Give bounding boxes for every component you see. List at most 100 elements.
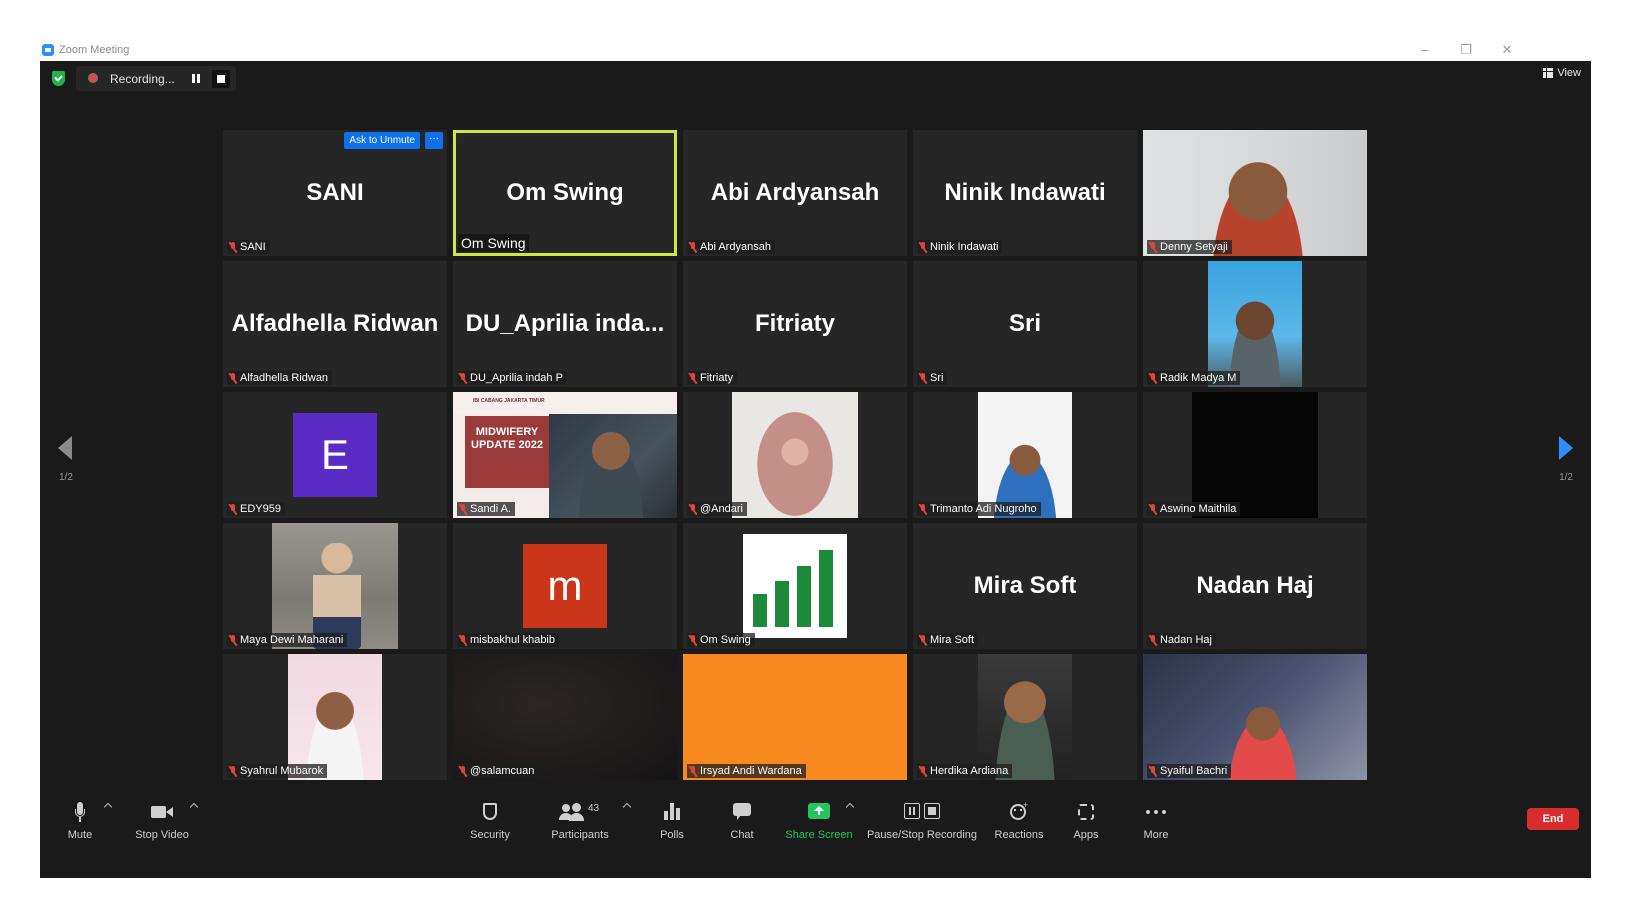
participant-tile[interactable]: Fitriaty Fitriaty [683,261,907,387]
participant-tile[interactable]: Mira Soft Mira Soft [913,523,1137,649]
minimize-icon[interactable]: – [1416,42,1434,57]
participant-tile[interactable]: Herdika Ardiana [913,654,1137,780]
next-page-icon[interactable] [1559,436,1573,460]
participant-name-tag: @salamcuan [457,764,539,778]
participant-tile[interactable]: Syahrul Mubarok [223,654,447,780]
stop-recording-button[interactable] [212,70,230,88]
participant-tile[interactable]: m misbakhul khabib [453,523,677,649]
participant-name: Maya Dewi Maharani [240,634,344,646]
more-button[interactable]: More [1138,799,1174,841]
participant-tile[interactable]: Om Swing [683,523,907,649]
security-label: Security [470,829,510,841]
apps-button[interactable]: Apps [1068,799,1104,841]
stop-video-button[interactable]: Stop Video [132,799,192,841]
mic-muted-icon [1149,372,1157,384]
grid-view-icon [1543,68,1554,78]
restore-icon[interactable]: ❐ [1457,42,1475,58]
window-titlebar: Zoom Meeting – ❐ ✕ [40,40,1591,61]
participants-button[interactable]: 43 Participants [548,799,612,841]
participant-name-tag: Radik Madya M [1147,371,1241,385]
ask-to-unmute-button[interactable]: Ask to Unmute [344,132,420,149]
participant-name: Sri [930,372,944,384]
participant-display-name: Sri [1008,310,1041,337]
participant-display-name: DU_Aprilia inda... [465,310,665,337]
participant-video-person [573,422,649,518]
participant-name-tag: Ninik Indawati [917,240,1003,254]
participant-tile[interactable]: Alfadhella Ridwan Alfadhella Ridwan [223,261,447,387]
mic-muted-icon [919,241,927,253]
participant-tile[interactable]: Syaiful Bachri [1143,654,1367,780]
end-meeting-button[interactable]: End [1527,808,1579,830]
tile-more-button[interactable]: ··· [425,132,443,149]
previous-page-icon[interactable] [58,436,72,460]
participant-display-name: Alfadhella Ridwan [231,310,439,337]
participant-video-person [1223,704,1303,780]
participant-tile[interactable]: E EDY959 [223,392,447,518]
participant-tile[interactable]: Nadan Haj Nadan Haj [1143,523,1367,649]
participant-tile[interactable]: Trimanto Adi Nugroho [913,392,1137,518]
chat-button[interactable]: Chat [724,799,760,841]
participant-name: @salamcuan [470,765,535,777]
security-shield-icon [483,799,497,825]
participant-tile[interactable]: Irsyad Andi Wardana [683,654,907,780]
reactions-label: Reactions [994,829,1044,841]
participant-tile[interactable]: Aswino Maithila [1143,392,1367,518]
close-icon[interactable]: ✕ [1498,42,1516,58]
reactions-button[interactable]: + Reactions [992,799,1046,841]
participant-tile[interactable]: Abi Ardyansah Abi Ardyansah [683,130,907,256]
participant-tile-active-speaker[interactable]: Om Swing Om Swing [453,130,677,256]
participant-tile[interactable]: @Andari [683,392,907,518]
participant-tile[interactable]: IBI CABANG JAKARTA TIMUR MIDWIFERY UPDAT… [453,392,677,518]
participant-name-tag: Herdika Ardiana [917,764,1013,778]
security-shield-icon[interactable] [52,71,65,86]
participants-options-caret-icon[interactable] [622,802,632,812]
participant-video [683,654,907,780]
chat-bubble-icon [733,799,751,825]
participant-name: Syaiful Bachri [1160,765,1228,777]
share-screen-button[interactable]: Share Screen [784,799,854,841]
view-button[interactable]: View [1543,67,1581,79]
participant-tile[interactable]: Maya Dewi Maharani [223,523,447,649]
signal-bar-icon [797,566,811,627]
participant-name-tag: Sri [917,371,948,385]
pause-stop-recording-icon [902,799,942,825]
participant-name-tag: Irsyad Andi Wardana [687,764,806,778]
participant-name: Aswino Maithila [1160,503,1237,515]
mic-muted-icon [689,765,697,777]
participant-name: Radik Madya M [1160,372,1237,384]
participant-name: SANI [240,241,266,253]
participant-tile[interactable]: Ninik Indawati Ninik Indawati [913,130,1137,256]
polls-button[interactable]: Polls [654,799,690,841]
participant-name-tag: Nadan Haj [1147,633,1216,647]
participants-icon: 43 [558,799,602,825]
mute-button[interactable]: Mute [62,799,98,841]
mic-muted-icon [1149,503,1157,515]
chat-label: Chat [730,829,754,841]
participant-tile[interactable]: @salamcuan [453,654,677,780]
participant-name: Syahrul Mubarok [240,765,324,777]
participant-name: Om Swing [461,235,526,251]
participant-name-tag: Om Swing [458,234,529,252]
mic-muted-icon [919,503,927,515]
participant-tile[interactable]: SANI Ask to Unmute ··· SANI [223,130,447,256]
pause-stop-recording-button[interactable]: Pause/Stop Recording [866,799,978,841]
security-button[interactable]: Security [465,799,515,841]
participant-name: Trimanto Adi Nugroho [930,503,1037,515]
participant-name-tag: SANI [227,240,270,254]
mic-muted-icon [229,503,237,515]
pause-recording-icon[interactable] [192,74,200,83]
participant-tile[interactable]: Denny Setyaji [1143,130,1367,256]
mic-muted-icon [689,241,697,253]
page-indicator-left: 1/2 [59,472,73,483]
participant-name: Mira Soft [930,634,975,646]
participant-tile[interactable]: Sri Sri [913,261,1137,387]
participant-name: Alfadhella Ridwan [240,372,329,384]
signal-bar-icon [753,594,767,627]
pause-stop-recording-label: Pause/Stop Recording [866,829,978,841]
participant-tile[interactable]: DU_Aprilia inda... DU_Aprilia indah P [453,261,677,387]
participant-tile[interactable]: Radik Madya M [1143,261,1367,387]
mute-options-caret-icon[interactable] [103,802,113,812]
recording-dot-icon [88,73,98,83]
participant-name-tag: misbakhul khabib [457,633,559,647]
meeting-toolbar: Mute Stop Video Security 43 Participants… [40,794,1591,878]
